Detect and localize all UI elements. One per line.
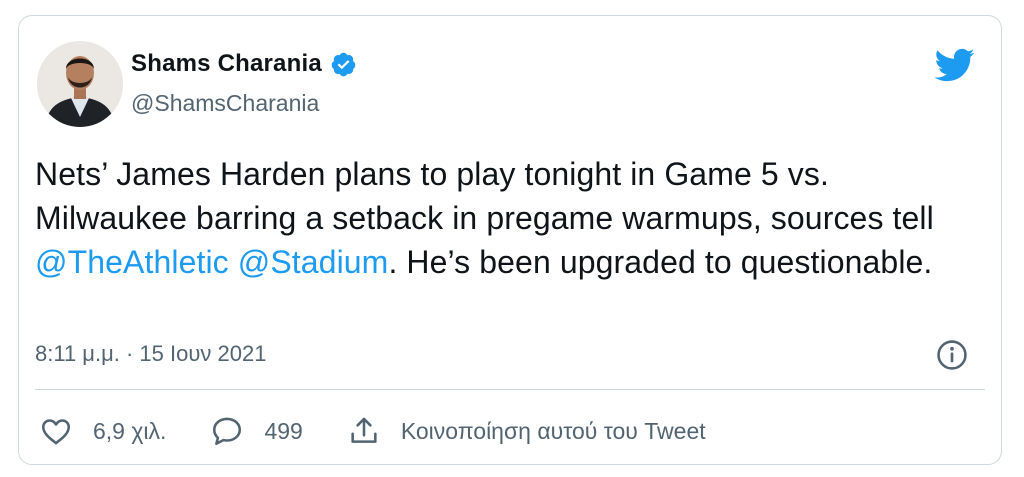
author-handle[interactable]: @ShamsCharania <box>131 90 319 117</box>
tweet-actions: 6,9 χιλ. 499 Κοινοποίηση αυτού του Tweet <box>39 414 706 448</box>
tweet-text: Nets’ James Harden plans to play tonight… <box>35 152 985 284</box>
mention-stadium[interactable]: @Stadium <box>238 244 389 280</box>
avatar-image <box>37 41 123 127</box>
avatar[interactable] <box>37 41 123 127</box>
tweet-text-end: . He’s been upgraded to questionable. <box>388 244 933 280</box>
mention-theathletic[interactable]: @TheAthletic <box>35 244 229 280</box>
reply-button[interactable]: 499 <box>210 414 303 448</box>
tweet-card: Shams Charania @ShamsCharania Nets’ Jame… <box>18 15 1002 465</box>
twitter-bird-icon[interactable] <box>933 44 975 86</box>
heart-icon <box>41 419 71 445</box>
verified-badge-icon <box>331 52 356 76</box>
share-label: Κοινοποίηση αυτού του Tweet <box>400 417 706 444</box>
reply-count: 499 <box>264 417 303 444</box>
share-icon <box>351 417 377 443</box>
reply-bubble-icon <box>213 417 242 446</box>
tweet-text-start: Nets’ James Harden plans to play tonight… <box>35 156 934 236</box>
author-name[interactable]: Shams Charania <box>131 50 322 78</box>
tweet-text-space <box>229 244 238 280</box>
tweet-timestamp[interactable]: 8:11 μ.μ. · 15 Ιουν 2021 <box>35 341 266 367</box>
share-button[interactable]: Κοινοποίηση αυτού του Tweet <box>347 414 706 448</box>
actions-divider <box>35 389 985 390</box>
like-button[interactable]: 6,9 χιλ. <box>39 414 166 448</box>
like-count: 6,9 χιλ. <box>93 417 167 444</box>
author-row: Shams Charania <box>131 50 357 78</box>
info-icon[interactable] <box>935 338 969 372</box>
